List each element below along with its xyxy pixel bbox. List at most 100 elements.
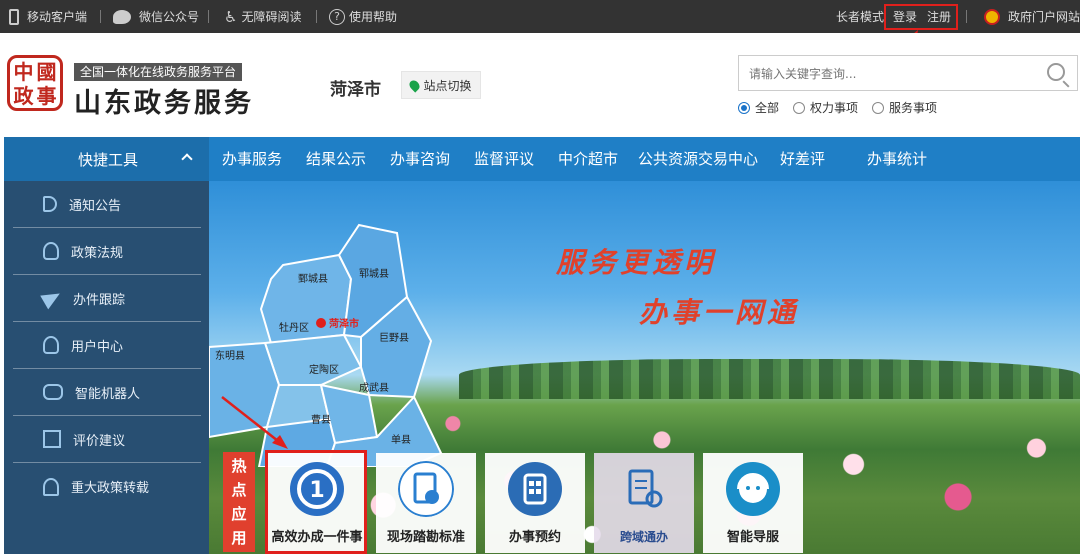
elder-mode-link[interactable]: 长者模式 [836, 0, 884, 33]
logo-seal[interactable]: 中 國 政 事 [7, 55, 63, 111]
radio-dot[interactable] [872, 101, 885, 114]
divider [316, 10, 317, 23]
radio-power-items[interactable]: 权力事项 [793, 99, 858, 116]
search-box [738, 55, 1078, 91]
map-label-mudan: 牡丹区 [279, 321, 309, 334]
phone-icon [9, 8, 19, 25]
quick-tools-sidebar: 通知公告 政策法规 办件跟踪 用户中心 智能机器人 评价建议 重大政策转载 [4, 181, 209, 554]
hot-app-smart-guide[interactable]: 智能导服 [703, 453, 803, 553]
switch-site-label: 站点切换 [423, 78, 472, 93]
sidebar-item-label: 用户中心 [71, 339, 124, 355]
radio-dot[interactable] [738, 101, 750, 114]
help-link[interactable]: ? 使用帮助 [329, 0, 397, 33]
paper-plane-icon [40, 286, 64, 310]
document-stamp-icon [398, 461, 454, 517]
quick-tools-toggle[interactable]: 快捷工具 [4, 137, 209, 181]
sidebar-item-label: 智能机器人 [75, 386, 141, 402]
accessible-reading-link[interactable]: ♿ 无障碍阅读 [224, 0, 301, 33]
headset-icon [726, 462, 780, 516]
chevron-up-icon [181, 153, 193, 165]
nav-item-rating[interactable]: 好差评 [780, 137, 825, 181]
heze-marker-icon [316, 318, 326, 328]
speaker-icon [43, 196, 57, 212]
hot-app-highlight-box [265, 450, 367, 554]
sidebar-item-label: 重大政策转载 [71, 481, 150, 496]
app-label: 智能导服 [726, 530, 779, 545]
radio-dot[interactable] [793, 101, 806, 114]
site-header: 中 國 政 事 全国一体化在线政务服务平台 山东政务服务 菏泽市 站点切换 全部… [0, 33, 1080, 137]
app-label: 办事预约 [508, 530, 561, 545]
sidebar-item-label: 办件跟踪 [73, 292, 126, 308]
search-input[interactable] [749, 64, 1039, 84]
platform-badge: 全国一体化在线政务服务平台 [74, 63, 243, 81]
map-label-dingtao: 定陶区 [309, 363, 339, 376]
user-icon [43, 336, 59, 354]
radio-all[interactable]: 全部 [738, 99, 779, 116]
divider [208, 10, 209, 23]
map-label-juancheng: 鄄城县 [298, 273, 328, 285]
stamp-icon [43, 477, 59, 496]
radio-service-items[interactable]: 服务事项 [872, 99, 937, 116]
map-label-dongming: 东明县 [215, 349, 245, 362]
wechat-icon [113, 9, 131, 24]
switch-site-button[interactable]: 站点切换 [401, 71, 481, 99]
main-nav: 快捷工具 办事服务 结果公示 办事咨询 监督评议 中介超市 公共资源交易中心 好… [4, 137, 1080, 181]
map-label-heze: 菏泽市 [329, 317, 359, 330]
person-icon [43, 242, 59, 260]
sidebar-item-notices[interactable]: 通知公告 [13, 181, 201, 228]
search-icon[interactable] [1047, 63, 1065, 81]
location-pin-icon [407, 77, 423, 93]
sidebar-item-major-policies[interactable]: 重大政策转载 [13, 463, 201, 510]
help-label: 使用帮助 [349, 10, 398, 24]
page-root: { "topbar": { "mobile": "移动客户端", "wechat… [0, 0, 1080, 554]
sidebar-item-policies[interactable]: 政策法规 [13, 228, 201, 275]
mobile-client-label: 移动客户端 [27, 10, 88, 24]
gov-portal-link[interactable]: 政府门户网站 [984, 0, 1080, 33]
hot-apps-label: 热点应用 [223, 452, 255, 552]
divider [966, 10, 967, 23]
gov-portal-label: 政府门户网站 [1008, 10, 1080, 24]
quick-tools-label: 快捷工具 [78, 150, 139, 169]
map-label-yuncheng: 郓城县 [359, 268, 389, 280]
banner-slogan-2: 办事一网通 [639, 296, 800, 329]
map-label-caoxian: 曹县 [311, 413, 331, 426]
sidebar-item-user-center[interactable]: 用户中心 [13, 322, 201, 369]
current-city: 菏泽市 [330, 80, 381, 100]
sidebar-item-label: 政策法规 [71, 245, 124, 261]
document-location-icon [628, 469, 663, 508]
nav-item-supervision[interactable]: 监督评议 [474, 137, 534, 181]
sidebar-item-label: 评价建议 [73, 433, 126, 449]
nav-item-consult[interactable]: 办事咨询 [390, 137, 450, 181]
robot-icon [43, 384, 63, 400]
banner-slogan-1: 服务更透明 [556, 246, 717, 279]
brand-title[interactable]: 山东政务服务 [74, 81, 254, 120]
mobile-client-link[interactable]: 移动客户端 [9, 0, 87, 33]
nav-item-intermediary[interactable]: 中介超市 [558, 137, 618, 181]
map-label-juye: 巨野县 [379, 332, 409, 344]
divider [100, 10, 101, 23]
hot-app-site-survey[interactable]: 现场踏勘标准 [376, 453, 476, 553]
search-scope-radios: 全部 权力事项 服务事项 [738, 99, 937, 116]
sidebar-item-robot[interactable]: 智能机器人 [13, 369, 201, 416]
wechat-link[interactable]: 微信公众号 [113, 0, 199, 33]
nav-item-results[interactable]: 结果公示 [306, 137, 366, 181]
elder-mode-label: 长者模式 [836, 10, 885, 24]
app-label: 跨域通办 [619, 530, 668, 544]
map-label-shanxian: 单县 [391, 434, 411, 446]
map-region-mudan [263, 333, 363, 386]
sidebar-item-feedback[interactable]: 评价建议 [13, 416, 201, 463]
login-highlight-box [884, 4, 958, 30]
hot-app-cross-region[interactable]: 跨域通办 [594, 453, 694, 553]
accessible-reading-label: 无障碍阅读 [241, 10, 302, 24]
hot-app-appointment[interactable]: 办事预约 [485, 453, 585, 553]
sidebar-item-tracking[interactable]: 办件跟踪 [13, 275, 201, 322]
wheelchair-icon: ♿ [224, 7, 238, 26]
question-icon: ? [329, 8, 345, 25]
app-label: 现场踏勘标准 [386, 530, 465, 545]
nav-item-public-resources[interactable]: 公共资源交易中心 [638, 137, 758, 181]
national-emblem-icon [984, 8, 1000, 25]
calendar-icon [508, 462, 562, 516]
annotation-arrow-hot-app [221, 396, 288, 449]
nav-item-services[interactable]: 办事服务 [222, 137, 282, 181]
nav-item-statistics[interactable]: 办事统计 [867, 137, 927, 181]
